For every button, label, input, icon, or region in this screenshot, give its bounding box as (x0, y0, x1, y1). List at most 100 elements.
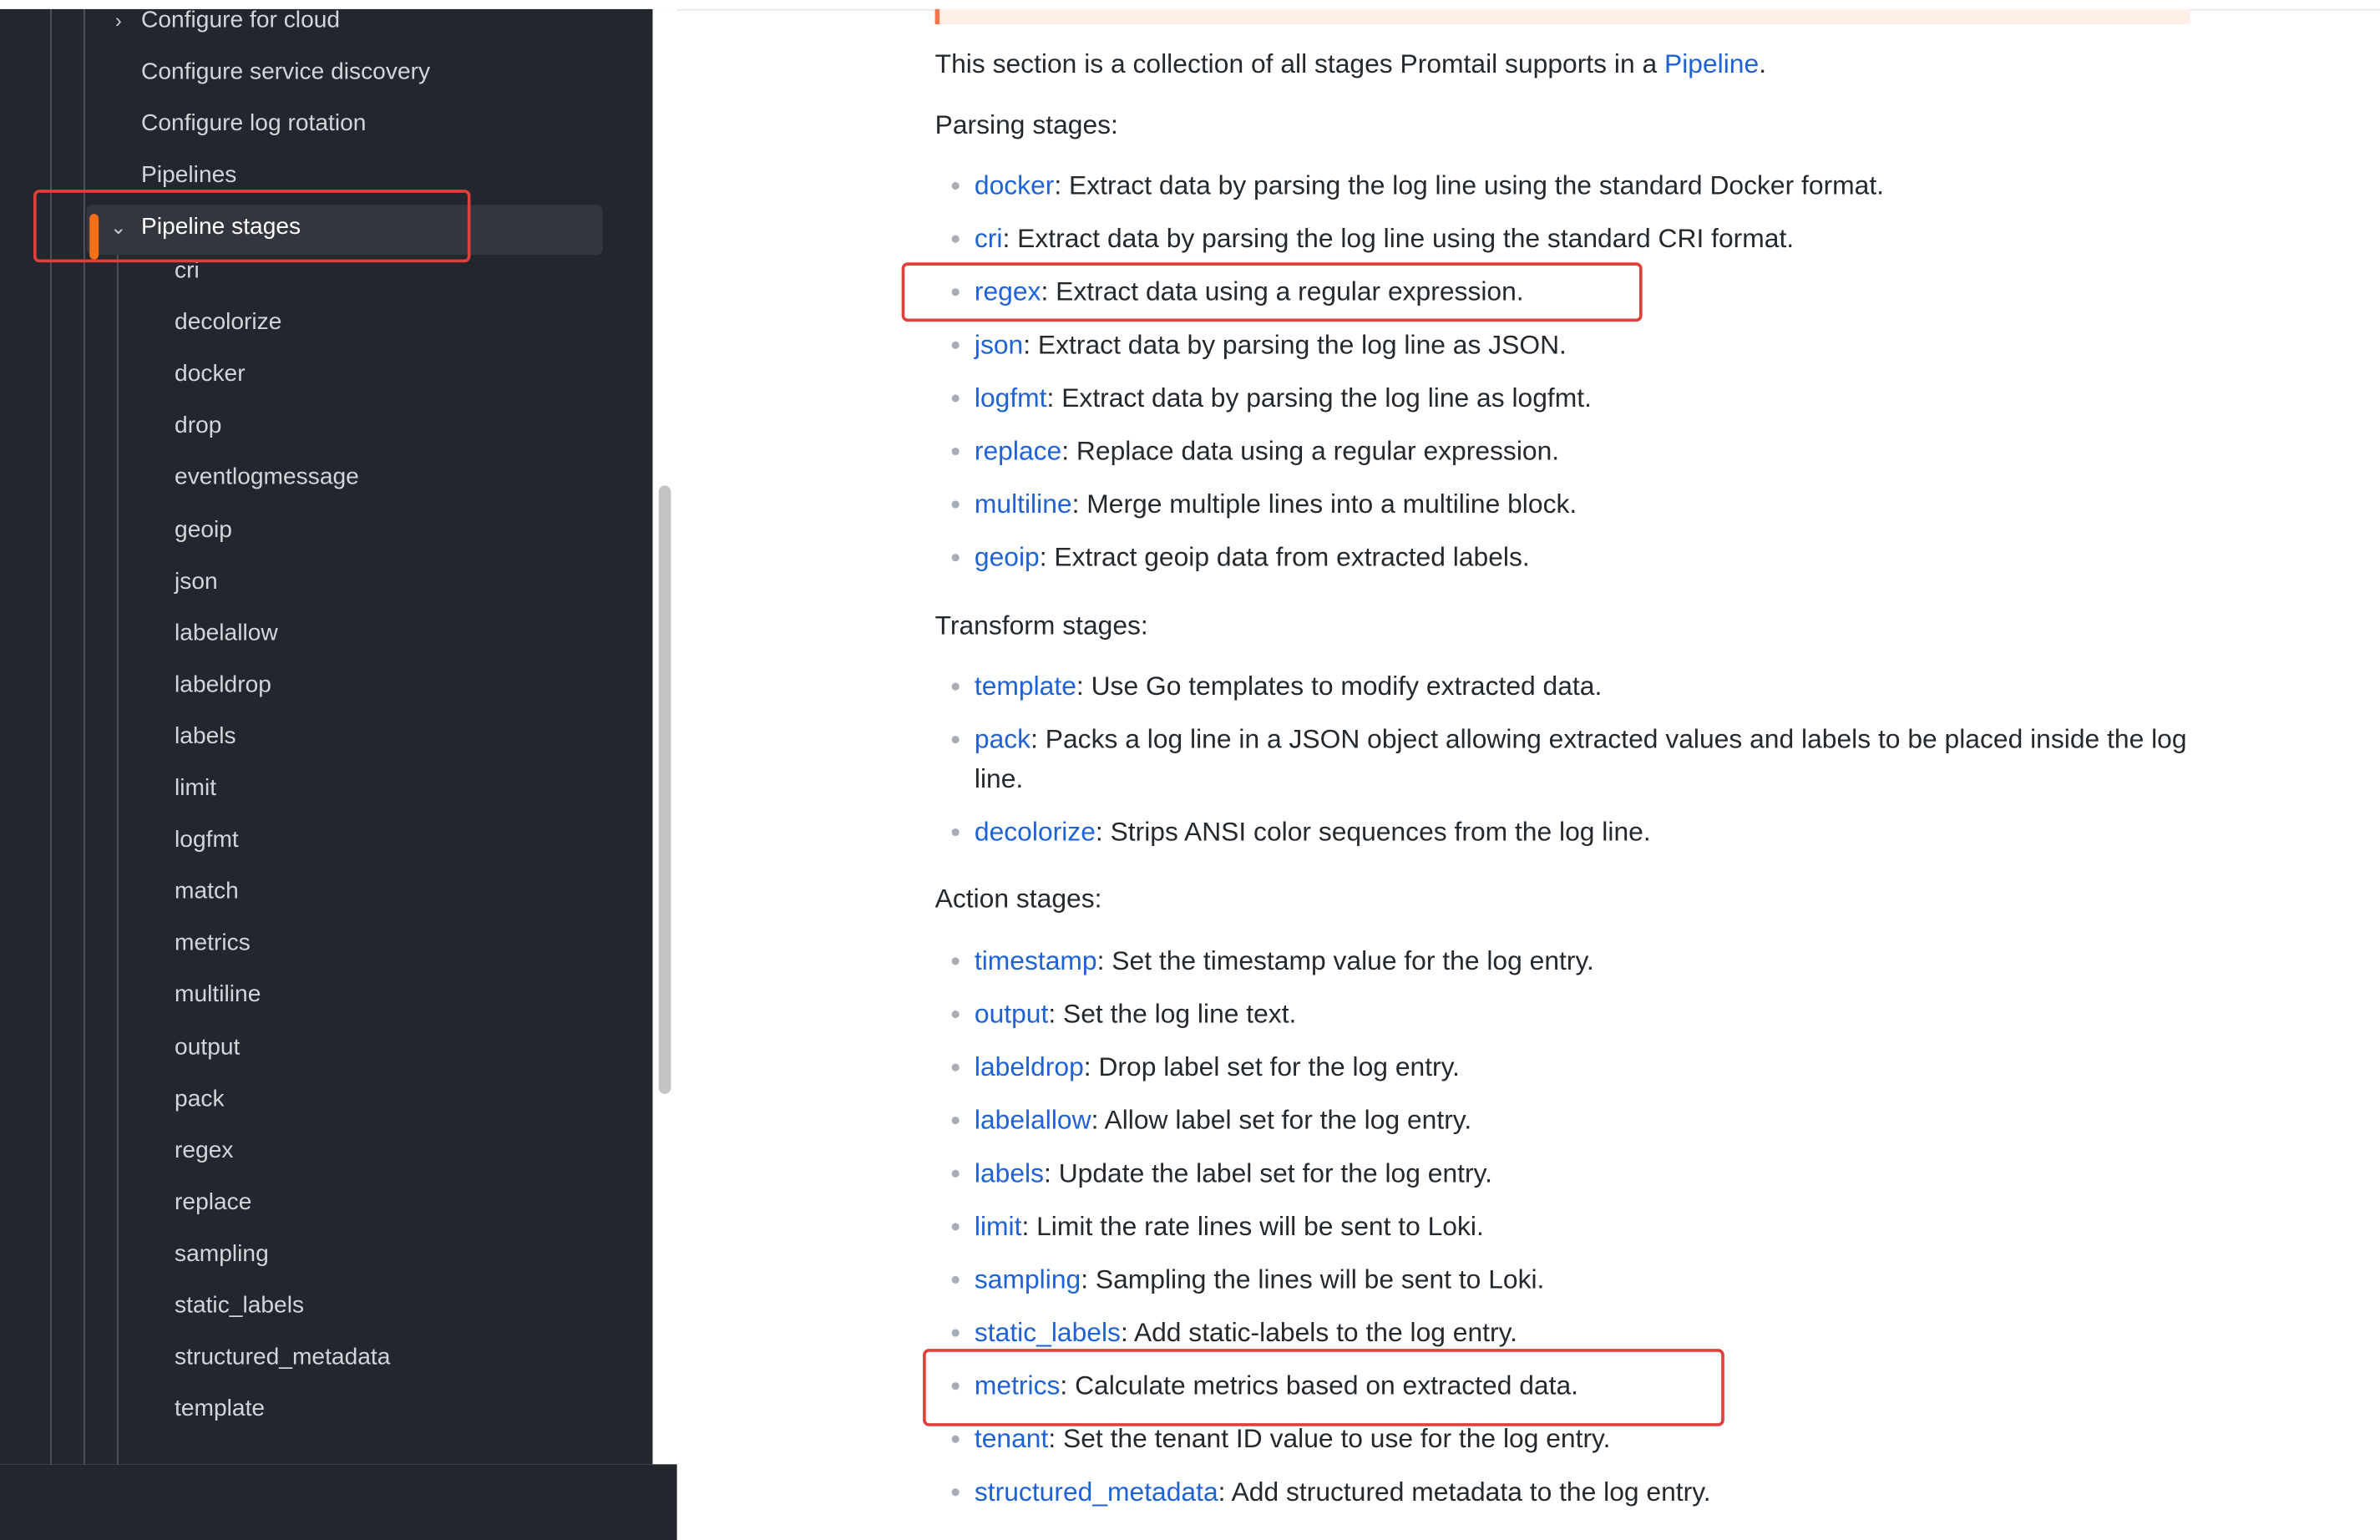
list-item: output: Set the log line text. (951, 994, 2189, 1033)
list-item: template: Use Go templates to modify ext… (951, 666, 2189, 706)
sidebar-item-label: Configure for cloud (141, 8, 341, 33)
bullet-icon (951, 235, 960, 243)
sidebar-item-json[interactable]: json (175, 560, 218, 603)
docs-sidebar: › Configure for cloud Configure service di… (0, 8, 653, 1465)
bullet-icon (951, 957, 960, 965)
sidebar-item-template[interactable]: template (175, 1389, 265, 1431)
chevron-right-icon[interactable]: › (109, 9, 128, 43)
bullet-icon (951, 182, 960, 190)
pipeline-link[interactable]: Pipeline (1664, 48, 1759, 79)
stage-link-sampling[interactable]: sampling (975, 1264, 1081, 1294)
bullet-icon (951, 1329, 960, 1337)
stage-description: : Calculate metrics based on extracted d… (1060, 1370, 1578, 1401)
sidebar-item-match[interactable]: match (175, 871, 239, 914)
sidebar-item-metrics[interactable]: metrics (175, 923, 251, 965)
screenshot-stage: › Configure for cloud Configure service di… (0, 0, 2380, 1540)
stage-link-labelallow[interactable]: labelallow (975, 1105, 1091, 1135)
sidebar-item-eventlogmessage[interactable]: eventlogmessage (175, 458, 359, 500)
stage-link-structured-metadata[interactable]: structured_metadata (975, 1477, 1218, 1507)
stage-link-pack[interactable]: pack (975, 724, 1030, 754)
sidebar-item-multiline[interactable]: multiline (175, 975, 261, 1017)
bullet-icon (951, 288, 960, 296)
bullet-icon (951, 1488, 960, 1497)
sidebar-item-pack[interactable]: pack (175, 1078, 225, 1121)
sidebar-item-label: Pipelines (141, 162, 237, 189)
stage-link-labeldrop[interactable]: labeldrop (975, 1051, 1084, 1082)
stage-description: : Extract data by parsing the log line u… (1002, 223, 1795, 254)
sidebar-item-output[interactable]: output (175, 1026, 240, 1069)
stage-link-regex[interactable]: regex (975, 276, 1041, 306)
sidebar-item-pipelines[interactable]: Pipelines (141, 155, 236, 197)
bullet-icon (951, 736, 960, 744)
stage-link-tenant[interactable]: tenant (975, 1423, 1048, 1453)
stage-link-template[interactable]: template (975, 671, 1076, 701)
list-item: structured_metadata: Add structured meta… (951, 1472, 2189, 1511)
sidebar-item-static-labels[interactable]: static_labels (175, 1285, 304, 1328)
section-heading: Parsing stages: (934, 109, 1118, 140)
bullet-icon (951, 1063, 960, 1071)
sidebar-item-docker[interactable]: docker (175, 354, 246, 397)
stage-link-multiline[interactable]: multiline (975, 489, 1072, 519)
stage-description: : Extract data by parsing the log line a… (1023, 329, 1567, 360)
tree-guide-line (83, 8, 85, 1465)
sidebar-scrollbar-thumb[interactable] (658, 485, 671, 1094)
list-item: metrics: Calculate metrics based on extr… (951, 1365, 2189, 1405)
sidebar-item-labels[interactable]: labels (175, 716, 236, 758)
sidebar-item-replace[interactable]: replace (175, 1182, 251, 1224)
sidebar-item-regex[interactable]: regex (175, 1130, 233, 1173)
stage-description: : Add static-labels to the log entry. (1120, 1316, 1518, 1348)
stage-link-limit[interactable]: limit (975, 1211, 1022, 1241)
sidebar-item-configure-for-cloud[interactable]: › Configure for cloud (115, 8, 341, 43)
stage-link-timestamp[interactable]: timestamp (975, 945, 1097, 975)
bullet-icon (951, 1435, 960, 1443)
list-item: geoip: Extract geoip data from extracted… (951, 537, 2189, 576)
sidebar-item-limit[interactable]: limit (175, 767, 216, 810)
sidebar-item-configure-log-rotation[interactable]: Configure log rotation (141, 104, 366, 146)
sidebar-item-cri[interactable]: cri (175, 251, 200, 293)
stage-link-static-labels[interactable]: static_labels (975, 1317, 1121, 1347)
bullet-icon (951, 341, 960, 349)
chevron-down-icon[interactable]: ⌄ (109, 206, 128, 249)
stage-link-cri[interactable]: cri (975, 223, 1003, 253)
sidebar-item-drop[interactable]: drop (175, 406, 221, 448)
list-item: sampling: Sampling the lines will be sen… (951, 1259, 2189, 1299)
stage-description: : Set the log line text. (1048, 998, 1297, 1029)
bullet-icon (951, 828, 960, 837)
bullet-icon (951, 447, 960, 456)
list-item: decolorize: Strips ANSI color sequences … (951, 812, 2189, 851)
stage-description: : Sampling the lines will be sent to Lok… (1081, 1264, 1545, 1294)
stage-link-decolorize[interactable]: decolorize (975, 816, 1096, 846)
stage-link-metrics[interactable]: metrics (975, 1370, 1060, 1401)
list-item: labeldrop: Drop label set for the log en… (951, 1047, 2189, 1087)
sidebar-item-sampling[interactable]: sampling (175, 1234, 269, 1276)
list-item: multiline: Merge multiple lines into a m… (951, 484, 2189, 524)
stage-link-logfmt[interactable]: logfmt (975, 382, 1047, 413)
stage-description: : Update the label set for the log entry… (1044, 1158, 1492, 1188)
sidebar-item-structured-metadata[interactable]: structured_metadata (175, 1337, 390, 1380)
sidebar-item-labelallow[interactable]: labelallow (175, 612, 278, 655)
stage-description: : Replace data using a regular expressio… (1061, 435, 1560, 466)
stage-description: : Merge multiple lines into a multiline … (1071, 489, 1577, 519)
stage-description: : Use Go templates to modify extracted d… (1076, 671, 1603, 702)
stage-link-docker[interactable]: docker (975, 170, 1054, 200)
sidebar-item-logfmt[interactable]: logfmt (175, 819, 239, 862)
sidebar-item-labeldrop[interactable]: labeldrop (175, 664, 271, 707)
sidebar-item-decolorize[interactable]: decolorize (175, 302, 281, 345)
bullet-icon (951, 682, 960, 691)
sidebar-item-geoip[interactable]: geoip (175, 509, 232, 552)
stage-link-output[interactable]: output (975, 998, 1048, 1028)
stage-link-labels[interactable]: labels (975, 1158, 1044, 1188)
section-heading: Transform stages: (934, 610, 1148, 641)
stage-link-json[interactable]: json (975, 329, 1023, 359)
bullet-icon (951, 1275, 960, 1284)
sidebar-item-pipeline-stages[interactable]: ⌄ Pipeline stages (110, 206, 301, 249)
stage-link-replace[interactable]: replace (975, 435, 1061, 465)
list-item: replace: Replace data using a regular ex… (951, 431, 2189, 470)
list-item: regex: Extract data using a regular expr… (951, 271, 2189, 311)
list-item: labels: Update the label set for the log… (951, 1153, 2189, 1193)
stage-link-geoip[interactable]: geoip (975, 542, 1040, 572)
stage-description: : Set the tenant ID value to use for the… (1048, 1423, 1611, 1454)
sidebar-item-label: Configure service discovery (141, 58, 431, 85)
sidebar-item-configure-service-discovery[interactable]: Configure service discovery (141, 52, 430, 94)
list-item: docker: Extract data by parsing the log … (951, 165, 2189, 205)
